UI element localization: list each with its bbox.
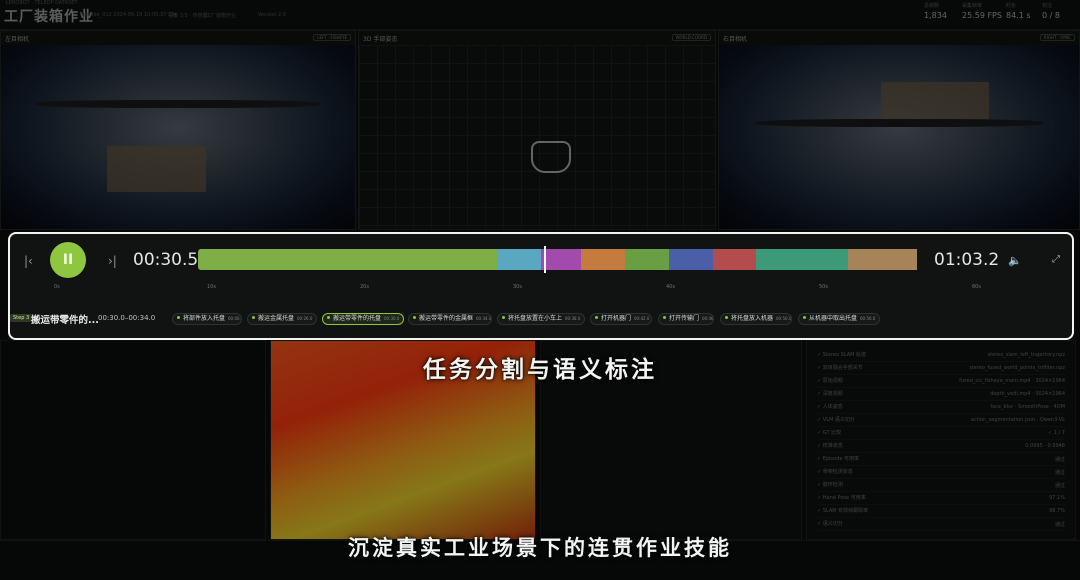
caption-top: 任务分割与语义标注 <box>423 357 657 383</box>
timeline-segment[interactable] <box>625 249 669 270</box>
segment-chip-label: 打开传输门 <box>669 315 700 322</box>
segment-chip-time: 00:56.0 <box>860 316 876 321</box>
status-dot-icon <box>803 316 806 319</box>
segment-chip-label: 将托盘放入机器 <box>731 315 774 322</box>
timeline-segment[interactable] <box>581 249 626 270</box>
time-tick-label: 0s <box>54 284 60 290</box>
segment-chip[interactable]: 搬运带零件的托盘 00:30.0 <box>322 313 404 325</box>
timeline-segment[interactable] <box>668 249 713 270</box>
segment-chip-label: 将部件放入托盘 <box>183 315 226 322</box>
segment-chip-label: 搬运带零件的金属框 <box>419 315 474 322</box>
time-ticks: 0s 10s 20s 30s 40s 50s 60s <box>54 284 984 294</box>
total-time: 01:03.2 <box>934 250 1000 270</box>
segment-chip-label: 将托盘放置在小车上 <box>508 315 563 322</box>
timeline-panel: |‹ II ›| 00:30.5 01:03.2 🔈 ⤢ 0s 10s 20s 30s… <box>8 232 1074 340</box>
next-icon[interactable]: ›| <box>108 254 117 268</box>
segment-chip-time: 00:42.0 <box>634 316 650 321</box>
time-tick-label: 20s <box>360 284 369 290</box>
segment-chip-time: 00:50.0 <box>776 316 792 321</box>
time-tick-label: 50s <box>819 284 828 290</box>
segment-chip-label: 打开机器门 <box>601 315 632 322</box>
timeline-segment[interactable] <box>497 249 542 270</box>
segment-chip-time: 00:00.0 <box>228 316 242 321</box>
segment-chip-time: 00:26.0 <box>297 316 313 321</box>
fullscreen-icon[interactable]: ⤢ <box>1052 254 1060 265</box>
segment-chip-time: 00:38.0 <box>565 316 581 321</box>
caption-bottom: 沉淀真实工业场景下的连贯作业技能 <box>348 536 732 560</box>
previous-icon[interactable]: |‹ <box>24 254 33 268</box>
segment-chip-time: 00:46.0 <box>702 316 714 321</box>
segment-chip[interactable]: 将托盘放置在小车上 00:38.0 <box>497 313 585 325</box>
time-tick-label: 60s <box>972 284 981 290</box>
segment-chip[interactable]: 打开传输门00:46.0 <box>658 313 714 325</box>
pause-button[interactable]: II <box>50 242 86 278</box>
segment-chip[interactable]: 将部件放入托盘 00:00.0 <box>172 313 242 325</box>
segment-chip-label: 搬运金属托盘 <box>258 315 295 322</box>
timeline-segment[interactable] <box>756 249 848 270</box>
current-time: 00:30.5 <box>133 250 199 270</box>
timeline-segment[interactable] <box>712 249 757 270</box>
status-dot-icon <box>413 316 416 319</box>
current-segment-range: 00:30.0–00:34.0 <box>98 314 156 322</box>
segment-chip-time: 00:30.0 <box>384 316 400 321</box>
playhead[interactable] <box>544 246 547 273</box>
timeline-segment[interactable] <box>198 249 498 270</box>
status-dot-icon <box>252 316 255 319</box>
segment-chip[interactable]: 搬运带零件的金属框 00:34.0 <box>408 313 492 325</box>
time-tick-label: 40s <box>666 284 675 290</box>
segment-chip-time: 00:34.0 <box>476 316 492 321</box>
segment-labels-row: Step 3 搬运带零件的... 00:30.0–00:34.0 将部件放入托盘… <box>10 308 1072 330</box>
segment-chip-label: 搬运带零件的托盘 <box>333 315 382 322</box>
status-dot-icon <box>725 316 728 319</box>
segment-chip[interactable]: 打开机器门 00:42.0 <box>590 313 652 325</box>
timeline-segment[interactable] <box>847 249 918 270</box>
segment-progress-bar[interactable] <box>198 249 928 270</box>
status-dot-icon <box>663 316 666 319</box>
current-segment-label: 搬运带零件的... <box>31 315 99 326</box>
segment-chip-label: 从机器中取出托盘 <box>809 315 858 322</box>
status-dot-icon <box>327 316 330 319</box>
segment-chip[interactable]: 从机器中取出托盘 00:56.0 <box>798 313 880 325</box>
speaker-icon[interactable]: 🔈 <box>1008 254 1022 267</box>
status-dot-icon <box>502 316 505 319</box>
timeline-segment[interactable] <box>541 249 582 270</box>
time-tick-label: 10s <box>207 284 216 290</box>
status-dot-icon <box>177 316 180 319</box>
segment-chip[interactable]: 将托盘放入机器 00:50.0 <box>720 313 792 325</box>
step-badge: Step 3 <box>10 314 33 322</box>
segment-chip[interactable]: 搬运金属托盘 00:26.0 <box>247 313 317 325</box>
status-dot-icon <box>595 316 598 319</box>
time-tick-label: 30s <box>513 284 522 290</box>
